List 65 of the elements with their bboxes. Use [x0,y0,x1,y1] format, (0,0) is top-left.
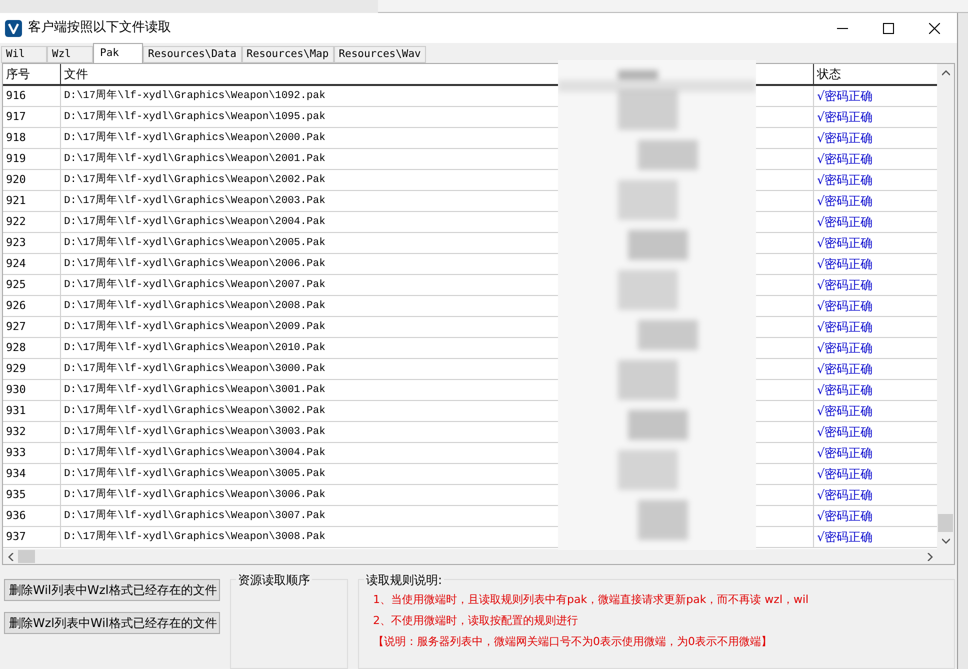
table-cell: 927 [3,317,61,337]
table-cell-text: √密码正确 [816,340,874,357]
table-cell-text: √密码正确 [816,151,874,168]
column-header[interactable]: 序号 [3,64,61,84]
table-cell: 925 [3,275,61,295]
tab[interactable]: Resources\Map [242,46,334,63]
table-cell-text: √密码正确 [816,382,874,399]
table-cell-text: √密码正确 [816,361,874,378]
scrollbar-thumb[interactable] [18,550,35,563]
tab[interactable]: Resources\Data [143,46,242,63]
table-cell: 935 [3,485,61,505]
table-cell: 928 [3,338,61,358]
table-cell-text: √密码正确 [816,466,874,483]
table-cell-text: √密码正确 [816,256,874,273]
table-cell: 937 [3,527,61,547]
table-cell-text: √密码正确 [816,529,874,546]
group-title: 资源读取顺序 [236,571,312,589]
table-cell-text: √密码正确 [816,277,874,294]
table-cell-text: √密码正确 [816,235,874,252]
table-cell: 929 [3,359,61,379]
table-cell-text: √密码正确 [816,445,874,462]
table-cell: 917 [3,107,61,127]
table-cell: 918 [3,128,61,148]
table-cell: 933 [3,443,61,463]
table-cell: 926 [3,296,61,316]
table-cell-text: √密码正确 [816,88,874,105]
table-cell: 930 [3,380,61,400]
table-cell-text: √密码正确 [816,214,874,231]
table-cell-text: √密码正确 [816,487,874,504]
table-cell: 916 [3,86,61,106]
window-title: 客户端按照以下文件读取 [28,19,171,38]
group-title: 读取规则说明: [364,571,444,589]
table-cell-text: √密码正确 [816,298,874,315]
table-cell-text: √密码正确 [816,193,874,210]
rule-text: 1、当使用微端时，且读取规则列表中有pak，微端直接请求更新pak，而不再读 wzl，wil [373,592,810,608]
table-cell: 936 [3,506,61,526]
table-cell: 920 [3,170,61,190]
delete-button[interactable]: 删除Wzl列表中Wil格式已经存在的文件 [4,612,220,634]
scrollbar-thumb[interactable] [938,514,953,532]
table-cell-text: √密码正确 [816,403,874,420]
table-cell-text: √密码正确 [816,319,874,336]
tab[interactable]: Resources\Wav [334,46,426,63]
table-cell-text: √密码正确 [816,130,874,147]
column-header[interactable]: 状态 [814,64,937,84]
table-cell: 922 [3,212,61,232]
table-cell: 919 [3,149,61,169]
tab[interactable]: Wil [1,46,47,63]
table-cell-text: √密码正确 [816,424,874,441]
maximize-icon [882,22,894,34]
close-icon [928,22,940,34]
table-cell-text: √密码正确 [816,109,874,126]
table-cell: 921 [3,191,61,211]
app-logo-icon [5,20,22,36]
table-cell: 934 [3,464,61,484]
tab[interactable]: Wzl [47,46,93,63]
tab[interactable]: Pak [93,43,143,63]
delete-button[interactable]: 删除Wil列表中Wzl格式已经存在的文件 [4,579,220,601]
rule-text: 2、不使用微端时，读取按配置的规则进行 [373,613,579,629]
table-cell: 923 [3,233,61,253]
table-cell: 932 [3,422,61,442]
rule-text: 【说明：服务器列表中，微端网关端口号不为0表示使用微端，为0表示不用微端】 [373,634,773,650]
table-cell-text: √密码正确 [816,508,874,525]
table-cell-text: √密码正确 [816,172,874,189]
table-cell: 924 [3,254,61,274]
table-cell: 931 [3,401,61,421]
